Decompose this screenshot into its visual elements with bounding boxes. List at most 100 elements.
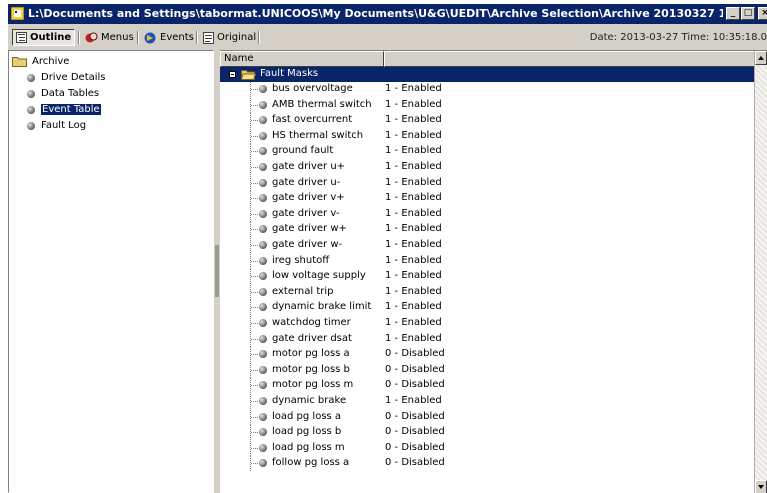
row-name: load pg loss b [272,426,342,438]
node-icon [259,272,267,281]
row-value: 0 - Disabled [385,363,445,375]
status-datetime: Date: 2013-03-27 Time: 10:35:18.0 [589,32,767,43]
document-icon [203,31,214,44]
original-label: Original [217,32,257,43]
table-row[interactable]: load pg loss b 0 - Disabled [220,425,755,441]
menus-button[interactable]: Menus [82,29,137,46]
table-row[interactable]: dynamic brake 1 - Enabled [220,394,755,409]
row-name: motor pg loss a [272,348,350,360]
row-name: external trip [272,285,334,297]
menus-label: Menus [101,32,134,43]
row-value: 0 - Disabled [385,441,445,453]
row-name: gate driver u- [272,176,341,188]
maximize-button[interactable]: □ [741,7,755,20]
row-value: 1 - Enabled [385,161,442,172]
row-value: 1 - Enabled [385,317,442,328]
row-value: 1 - Enabled [385,301,442,313]
table-row[interactable]: gate driver u- 1 - Enabled [220,175,755,191]
row-value: 1 - Enabled [385,223,442,235]
table-row[interactable]: ireg shutoff 1 - Enabled [220,253,755,269]
node-icon [27,121,35,130]
row-name: motor pg loss m [272,379,354,391]
node-icon [259,194,267,203]
node-icon [259,287,267,296]
tree-root-archive[interactable]: Archive [12,55,69,67]
table-row[interactable]: motor pg loss a 0 - Disabled [220,347,755,363]
table-row[interactable]: fast overcurrent 1 - Enabled [220,113,755,129]
tree-item-fault-log[interactable]: Fault Log [27,120,86,131]
row-value: 1 - Enabled [385,285,442,297]
table-row[interactable]: gate driver u+ 1 - Enabled [220,160,755,175]
outline-button[interactable]: Outline [12,29,76,46]
node-icon [259,209,267,218]
node-icon [259,100,267,109]
events-label: Events [160,32,194,43]
events-button[interactable]: Events [141,29,197,46]
table-row[interactable]: gate driver w+ 1 - Enabled [220,222,755,238]
table-row[interactable]: load pg loss m 0 - Disabled [220,440,755,456]
tree-item-data-tables[interactable]: Data Tables [27,88,99,99]
table-row[interactable]: HS thermal switch 1 - Enabled [220,128,755,144]
node-icon [259,365,267,374]
table-row[interactable]: motor pg loss m 0 - Disabled [220,378,755,394]
table-row[interactable]: watchdog timer 1 - Enabled [220,316,755,331]
table-row[interactable]: external trip 1 - Enabled [220,284,755,300]
node-icon [259,131,267,140]
row-value: 1 - Enabled [385,145,442,157]
window-title: L:\Documents and Settings\tabormat.UNICO… [28,7,723,20]
arrow-down-icon [758,485,764,489]
node-icon [259,412,267,421]
vertical-scrollbar[interactable] [754,51,767,493]
outline-label: Outline [30,32,72,43]
table-row[interactable]: gate driver v- 1 - Enabled [220,206,755,222]
table-row[interactable]: low voltage supply 1 - Enabled [220,269,755,285]
table-row[interactable]: ground fault 1 - Enabled [220,144,755,160]
column-header-value[interactable] [384,51,755,67]
table-row[interactable]: gate driver w- 1 - Enabled [220,238,755,253]
minimize-button[interactable]: _ [726,7,740,20]
node-icon [259,381,267,390]
table-row[interactable]: load pg loss a 0 - Disabled [220,409,755,425]
row-value: 0 - Disabled [385,379,445,391]
tree-item-event-table[interactable]: Event Table [27,103,102,116]
column-header-name[interactable]: Name [220,51,384,67]
row-value: 1 - Enabled [385,114,442,126]
scroll-up-button[interactable] [755,51,767,65]
table-row[interactable]: follow pg loss a 0 - Disabled [220,456,755,472]
outline-icon [16,32,27,43]
table-row[interactable]: AMB thermal switch 1 - Enabled [220,97,755,113]
toolbar-separator [78,31,80,44]
table-row[interactable]: bus overvoltage 1 - Enabled [220,82,755,97]
row-value: 1 - Enabled [385,192,442,204]
outline-tree-panel[interactable]: Archive Drive Details Data Tables Event … [8,50,214,493]
group-row-fault-masks[interactable]: Fault Masks [220,67,755,82]
original-button[interactable]: Original [200,29,259,46]
row-name: AMB thermal switch [272,98,372,110]
row-value: 1 - Enabled [385,129,442,141]
scroll-down-button[interactable] [755,480,767,493]
row-name: load pg loss a [272,410,342,422]
row-value: 1 - Enabled [385,395,442,406]
events-icon [144,32,156,43]
collapse-toggle-icon[interactable] [229,71,236,78]
close-button[interactable]: × [758,7,767,20]
table-row[interactable]: gate driver dsat 1 - Enabled [220,331,755,347]
node-icon [259,85,267,93]
title-bar[interactable]: L:\Documents and Settings\tabormat.UNICO… [8,4,767,24]
group-label: Fault Masks [260,68,319,79]
node-icon [259,116,267,125]
node-icon [27,89,35,98]
row-name: motor pg loss b [272,363,350,375]
row-value: 1 - Enabled [385,332,442,344]
row-value: 1 - Enabled [385,270,442,282]
row-name: gate driver w- [272,239,343,250]
row-value: 0 - Disabled [385,410,445,422]
node-icon [259,163,267,171]
node-icon [27,73,35,82]
table-row[interactable]: gate driver v+ 1 - Enabled [220,191,755,207]
splitter-grip[interactable] [215,245,219,297]
tree-item-label: Event Table [40,103,102,116]
table-row[interactable]: motor pg loss b 0 - Disabled [220,362,755,378]
table-row[interactable]: dynamic brake limit 1 - Enabled [220,300,755,316]
tree-item-drive-details[interactable]: Drive Details [27,72,106,83]
